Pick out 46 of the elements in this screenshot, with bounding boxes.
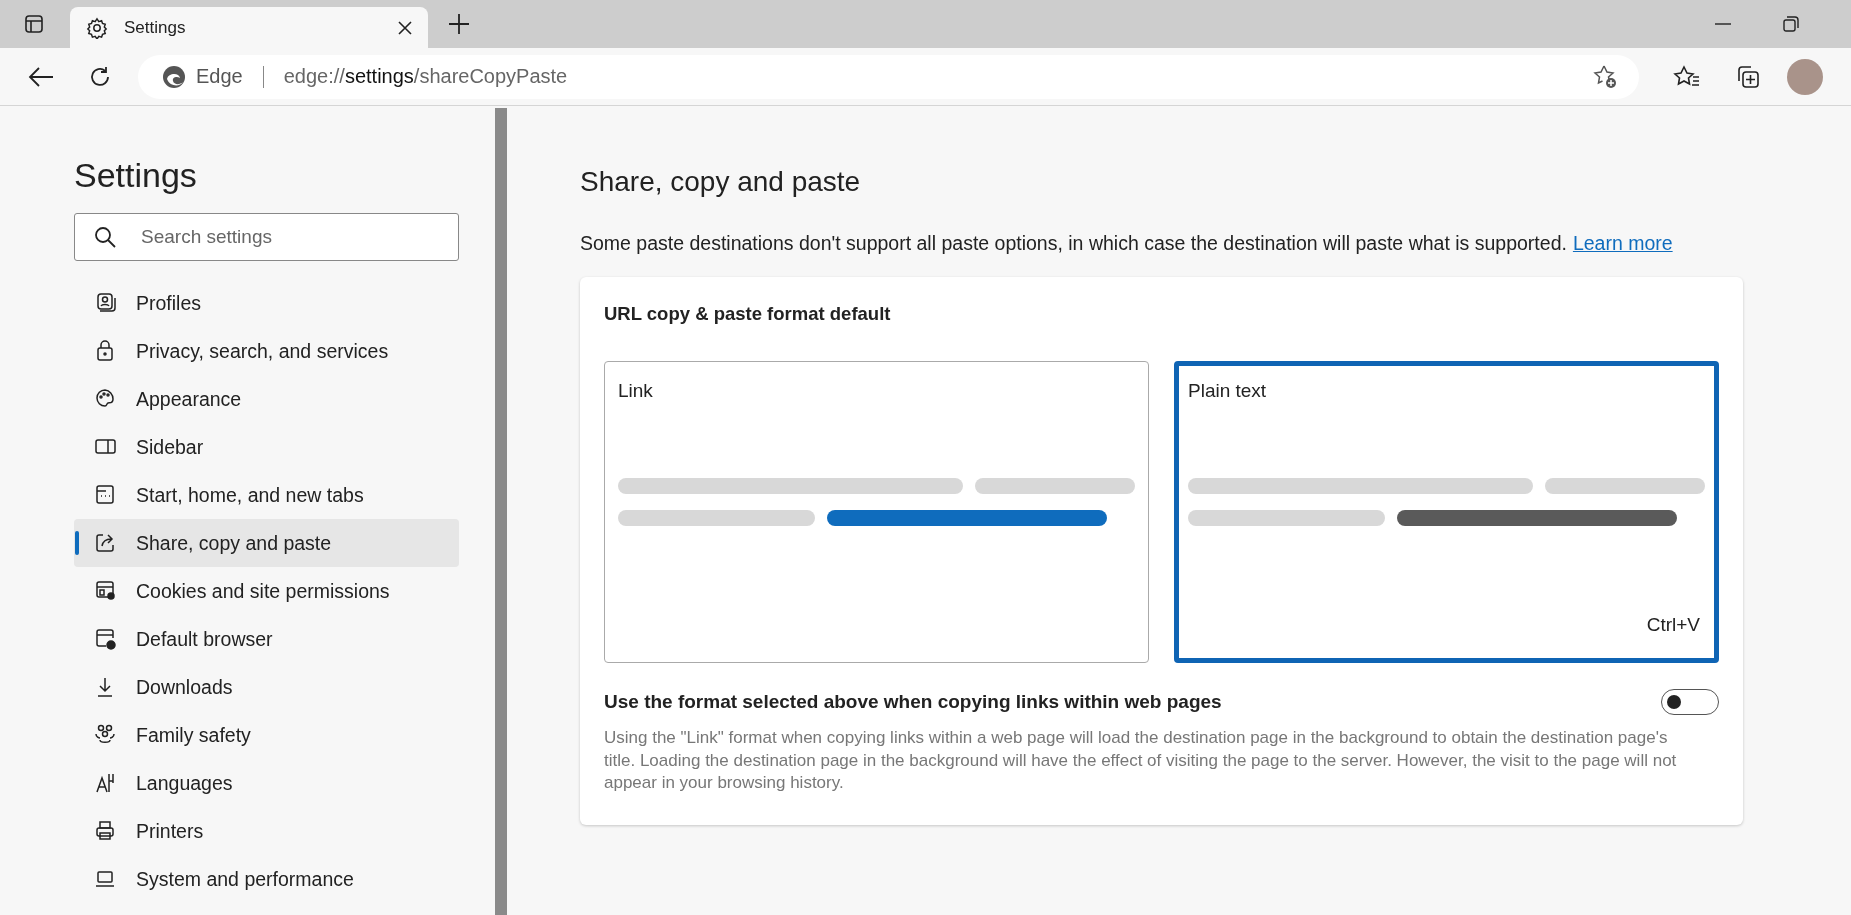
restore-icon[interactable] (1783, 16, 1799, 32)
sidebar-item[interactable]: Profiles (74, 279, 459, 327)
toggle-label: Use the format selected above when copying links within web pages (604, 691, 1222, 713)
address-bar[interactable]: Edge edge://settings/shareCopyPaste (138, 54, 1639, 99)
format-option[interactable]: Link (604, 361, 1149, 663)
page-heading: Share, copy and paste (580, 166, 862, 198)
browser-logo-icon (162, 64, 186, 89)
learn-more-link[interactable]: Learn more (1572, 232, 1673, 255)
favorites-icon[interactable] (1673, 64, 1701, 89)
scrollbar[interactable] (495, 108, 507, 915)
search-field[interactable]: Search settings (74, 213, 459, 261)
sidebar-item[interactable]: Share, copy and paste (74, 519, 459, 567)
refresh-icon[interactable] (88, 64, 112, 89)
back-icon[interactable] (28, 65, 54, 88)
sidebar-item[interactable]: System and performance (74, 855, 459, 903)
url-text: edge://settings/shareCopyPaste (283, 65, 568, 88)
sidebar-item[interactable]: Languages (74, 759, 459, 807)
toggle-description: Using the "Link" format when copying links within a web page will load the destination page in the background to obtain the destination page's title. Loading the destination page in the background will have the effect of visiting the page to the server. However, the visit to the page will not appear in your browsing history. (604, 727, 1678, 795)
collections-icon[interactable] (1735, 63, 1761, 90)
new-tab-icon[interactable] (448, 13, 470, 35)
browser-icon (94, 627, 118, 651)
search-icon (94, 226, 116, 248)
avatar[interactable] (1787, 58, 1823, 95)
sidebar-item[interactable]: Privacy, search, and services (74, 327, 459, 375)
format-option[interactable]: Plain text Ctrl+V (1174, 361, 1719, 663)
profiles-icon (94, 291, 118, 315)
page-description: Some paste destinations don't support all paste options, in which case the destination will paste what is supported. (580, 232, 1567, 255)
tab-actions-icon[interactable] (24, 14, 44, 34)
add-favorite-icon[interactable] (1593, 63, 1619, 90)
close-icon[interactable] (398, 20, 412, 35)
sidebar-item[interactable]: Downloads (74, 663, 459, 711)
sidebar-item[interactable]: Cookies and site permissions (74, 567, 459, 615)
site-label: Edge (196, 65, 243, 88)
sidebar-title: Settings (74, 156, 198, 195)
cookies-icon (94, 579, 118, 603)
browser-tab[interactable]: Settings (70, 7, 428, 48)
shortcut-label: Ctrl+V (1646, 614, 1700, 636)
gear-icon (86, 16, 108, 39)
sidebar-item[interactable]: Sidebar (74, 423, 459, 471)
tab-title: Settings (124, 17, 187, 38)
sidebar-item[interactable]: Start, home, and new tabs (74, 471, 459, 519)
sidebar-item[interactable]: Family safety (74, 711, 459, 759)
sidebar-item[interactable]: Default browser (74, 615, 459, 663)
sidebar-item[interactable]: Printers (74, 807, 459, 855)
sidebar-item[interactable]: Appearance (74, 375, 459, 423)
card-title: URL copy & paste format default (604, 303, 892, 325)
